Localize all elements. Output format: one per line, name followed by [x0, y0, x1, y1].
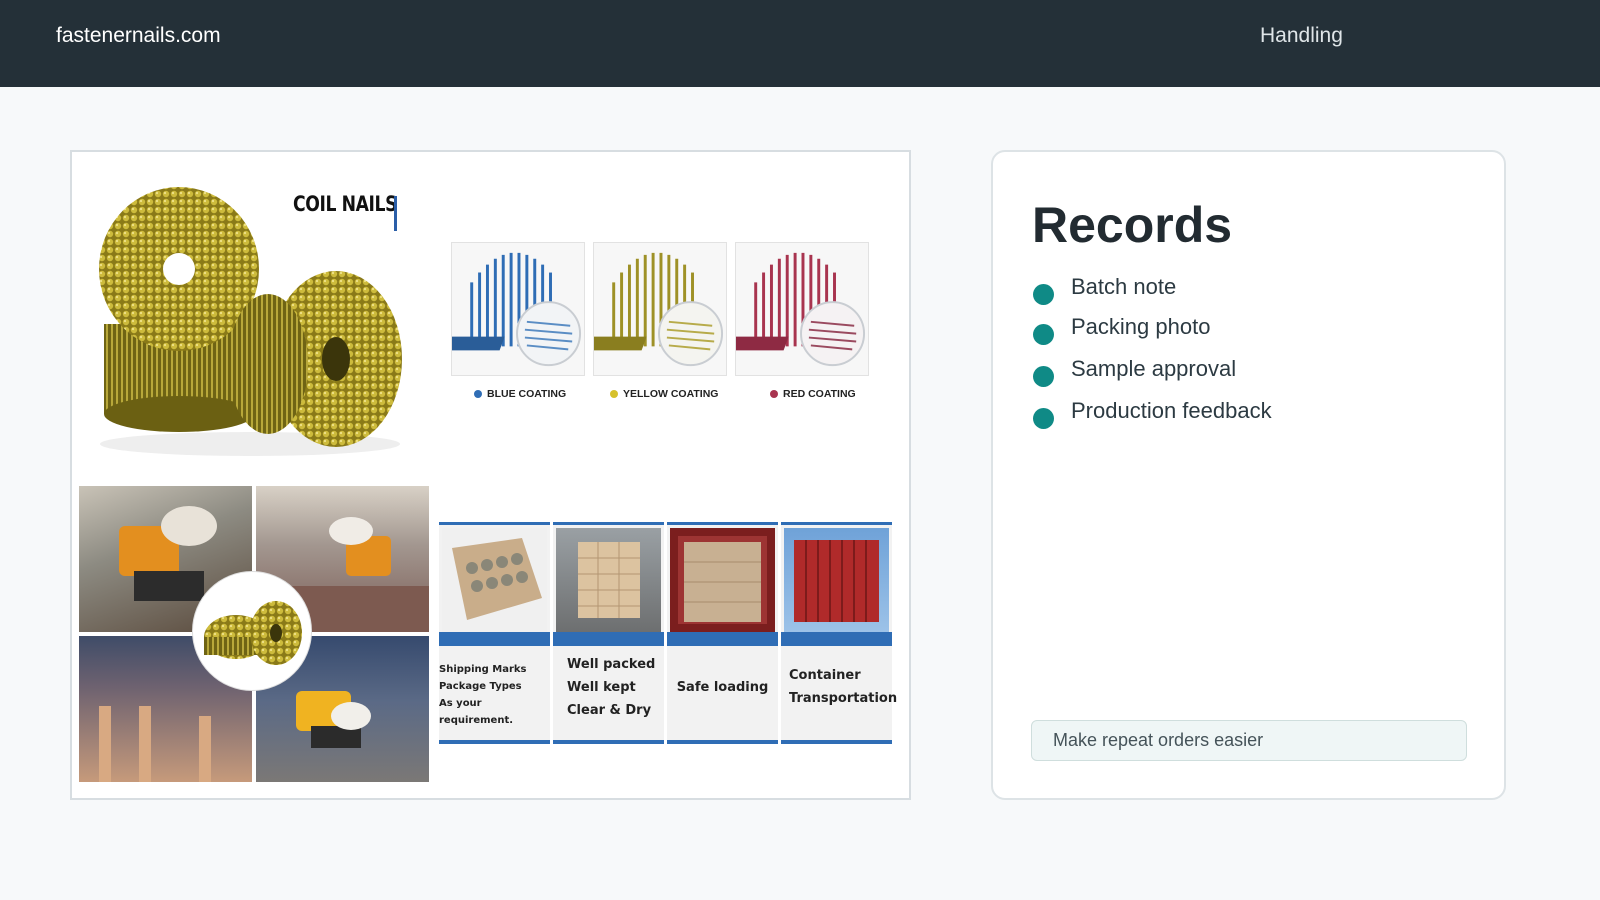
top-bar: fastenernails.com Handling — [0, 0, 1600, 87]
records-list: Batch note Packing photo Sample approval… — [1033, 270, 1272, 434]
blue-coating-label: BLUE COATING — [474, 388, 566, 400]
card-band — [439, 632, 550, 646]
blue-coating-swatch — [451, 242, 585, 376]
list-item: Packing photo — [1033, 308, 1272, 350]
card-band — [781, 632, 892, 646]
packaging-card: Safe loading — [667, 522, 778, 744]
blue-dot-icon — [474, 390, 482, 398]
coil-nails-hero-image — [99, 187, 402, 456]
packaging-caption: Shipping Marks Package Types As your req… — [439, 664, 527, 726]
yellow-coating-label: YELLOW COATING — [610, 388, 718, 400]
card-band — [553, 632, 664, 646]
red-dot-icon — [770, 390, 778, 398]
title-accent-bar — [394, 196, 397, 231]
list-item: Production feedback — [1033, 392, 1272, 434]
packaging-photo — [670, 528, 775, 632]
packaging-card: Shipping Marks Package Types As your req… — [439, 522, 550, 744]
packaging-photo — [556, 528, 661, 632]
site-name[interactable]: fastenernails.com — [56, 24, 221, 48]
records-title: Records — [1032, 197, 1233, 253]
product-image: COIL NAILS BLUE COATING YELLOW COATING R… — [70, 150, 911, 800]
packaging-photo — [784, 528, 889, 632]
yellow-coating-swatch — [593, 242, 727, 376]
bullet-dot-icon — [1033, 407, 1054, 429]
list-item: Sample approval — [1033, 350, 1272, 392]
bullet-dot-icon — [1033, 323, 1054, 345]
list-item: Batch note — [1033, 270, 1272, 308]
bullet-dot-icon — [1033, 283, 1054, 305]
packaging-photo — [442, 528, 547, 632]
packaging-caption: Safe loading — [676, 680, 769, 695]
bullet-dot-icon — [1033, 365, 1054, 387]
packaging-card: Well packed Well kept Clear & Dry — [553, 522, 664, 744]
packaging-caption: Container Transportation — [789, 668, 898, 706]
repeat-orders-note: Make repeat orders easier — [1031, 720, 1467, 761]
coil-nails-title: COIL NAILS — [293, 192, 398, 216]
records-card: Records Batch note Packing photo Sample … — [991, 150, 1506, 800]
red-coating-label: RED COATING — [770, 388, 856, 400]
card-band — [667, 632, 778, 646]
nailer-usage-collage — [79, 486, 431, 782]
yellow-dot-icon — [610, 390, 618, 398]
packaging-caption: Well packed Well kept Clear & Dry — [567, 657, 656, 718]
red-coating-swatch — [735, 242, 869, 376]
coil-nail-inset-image — [193, 572, 311, 690]
packaging-card: Container Transportation — [781, 522, 898, 744]
nav-link-handling[interactable]: Handling — [1260, 24, 1343, 48]
